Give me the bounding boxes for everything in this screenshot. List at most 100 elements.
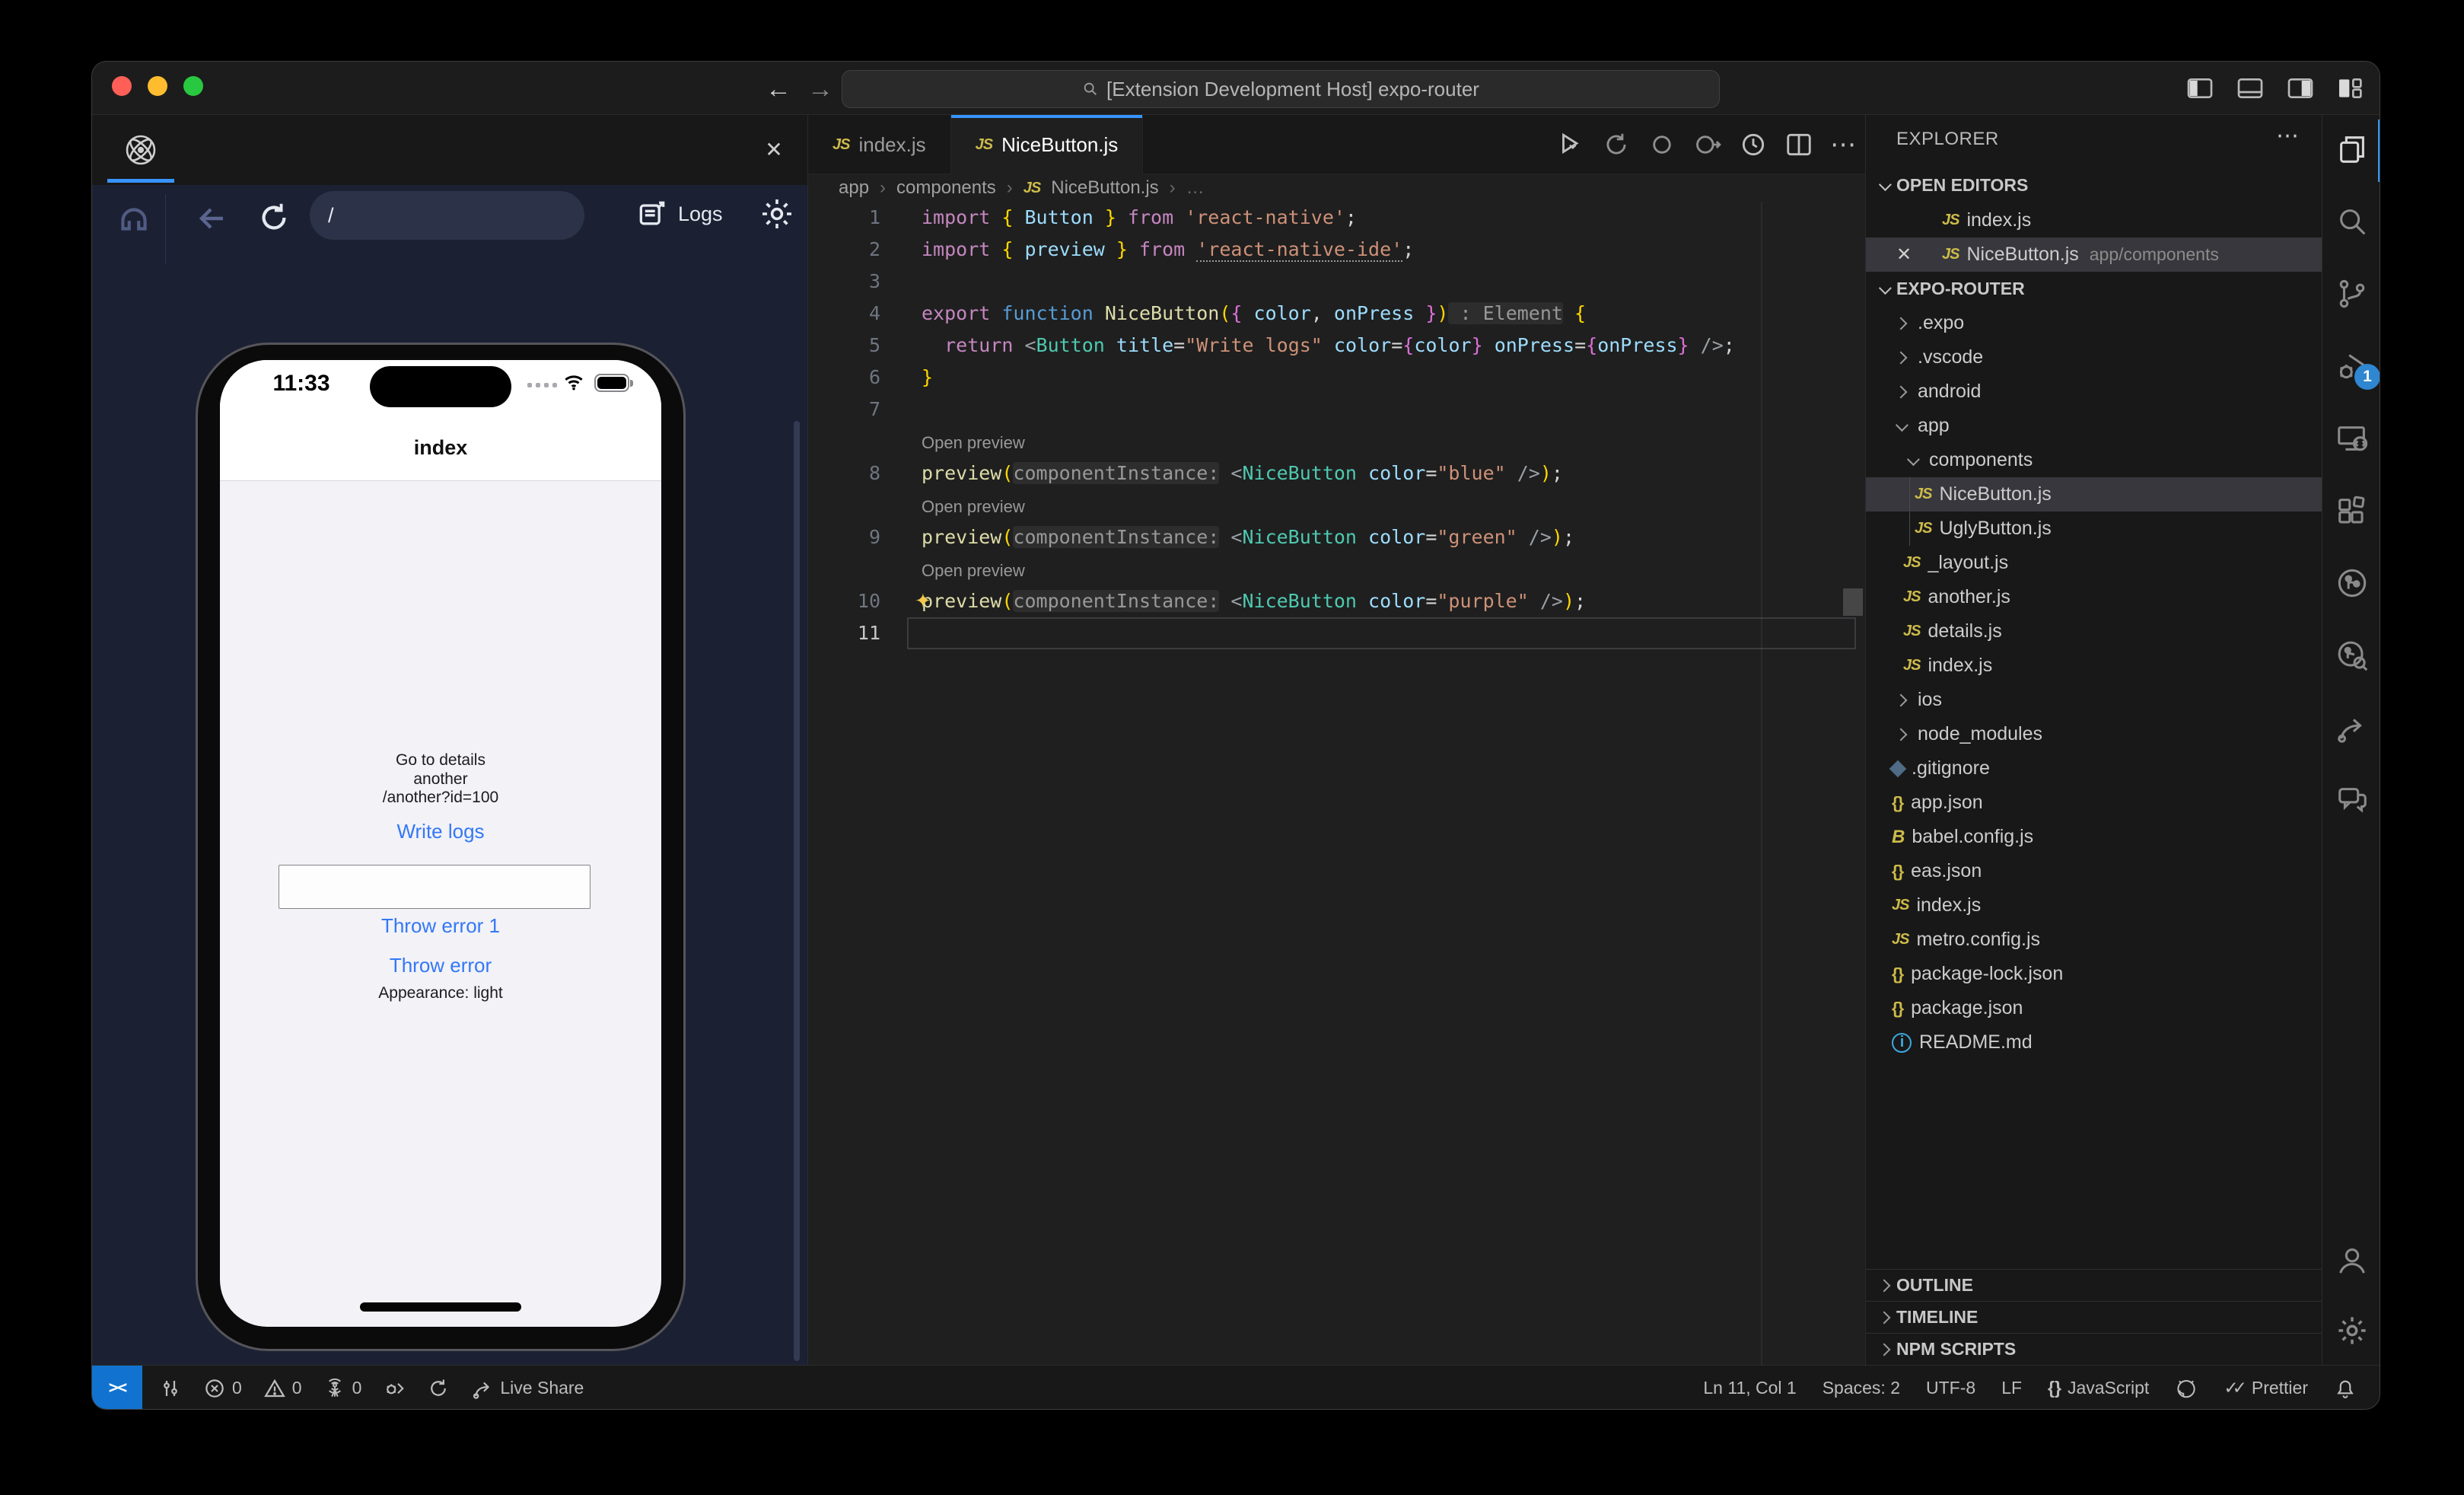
code-line-4[interactable]: 4export function NiceButton({ color, onP… bbox=[808, 298, 1865, 330]
status-live-share[interactable]: Live Share bbox=[471, 1366, 584, 1410]
status-radon-tools[interactable] bbox=[159, 1366, 182, 1410]
go-to-details-text[interactable]: Go to details bbox=[220, 751, 661, 770]
breadcrumb[interactable]: app› components› JS NiceButton.js› … bbox=[839, 174, 1205, 202]
folder-.vscode[interactable]: .vscode bbox=[1866, 340, 2322, 375]
copilot-sparkle-icon[interactable]: ✦ bbox=[915, 585, 931, 617]
codelens-open-preview[interactable]: Open preview bbox=[808, 553, 1865, 585]
close-window-button[interactable] bbox=[112, 76, 132, 96]
status-remote-indicator[interactable]: >< bbox=[92, 1366, 142, 1410]
status-sync[interactable] bbox=[427, 1366, 450, 1410]
close-editor-icon[interactable]: ✕ bbox=[1896, 244, 1912, 266]
codelens-open-preview[interactable]: Open preview bbox=[808, 426, 1865, 457]
status-eol[interactable]: LF bbox=[2001, 1366, 2022, 1410]
history-forward-button[interactable]: → bbox=[804, 72, 837, 106]
section-npm-scripts[interactable]: NPM SCRIPTS bbox=[1866, 1333, 2322, 1365]
source-control-icon[interactable] bbox=[2322, 260, 2380, 328]
code-line-3[interactable]: 3 bbox=[808, 266, 1865, 298]
file-NiceButton.js[interactable]: JSNiceButton.js bbox=[1866, 477, 2322, 512]
settings-gear-icon[interactable] bbox=[2322, 1296, 2380, 1365]
file-_layout.js[interactable]: JS_layout.js bbox=[1866, 546, 2322, 580]
record-icon[interactable] bbox=[1647, 130, 1676, 159]
throw-error-1-button[interactable]: Throw error 1 bbox=[220, 914, 661, 938]
history-back-button[interactable]: ← bbox=[762, 72, 795, 106]
split-editor-icon[interactable] bbox=[1784, 130, 1813, 159]
status-encoding[interactable]: UTF-8 bbox=[1926, 1366, 1975, 1410]
code-line-9[interactable]: 9preview(componentInstance: <NiceButton … bbox=[808, 521, 1865, 553]
status-errors[interactable]: 0 bbox=[203, 1366, 242, 1410]
line-number[interactable]: 2 bbox=[808, 234, 880, 266]
file-eas.json[interactable]: {}eas.json bbox=[1866, 854, 2322, 888]
status-github[interactable] bbox=[2175, 1366, 2198, 1410]
open-editor-NiceButton.js[interactable]: ✕JSNiceButton.jsapp/components bbox=[1866, 237, 2322, 272]
run-debug-icon[interactable]: 1 bbox=[2322, 332, 2380, 400]
code-line-5[interactable]: 5 return <Button title="Write logs" colo… bbox=[808, 330, 1865, 362]
code-line-1[interactable]: 1import { Button } from 'react-native'; bbox=[808, 202, 1865, 234]
file-babel.config.js[interactable]: Bbabel.config.js bbox=[1866, 820, 2322, 854]
line-number[interactable]: 5 bbox=[808, 330, 880, 362]
throw-error-button[interactable]: Throw error bbox=[220, 954, 661, 977]
folder-app[interactable]: app bbox=[1866, 409, 2322, 443]
another-id-100-text[interactable]: /another?id=100 bbox=[220, 789, 661, 807]
account-icon[interactable] bbox=[2322, 1226, 2380, 1295]
folder-ios[interactable]: ios bbox=[1866, 683, 2322, 717]
codelens-open-preview[interactable]: Open preview bbox=[808, 489, 1865, 521]
extensions-icon[interactable] bbox=[2322, 477, 2380, 545]
status-notifications[interactable] bbox=[2334, 1366, 2357, 1410]
section-outline[interactable]: OUTLINE bbox=[1866, 1269, 2322, 1301]
status-cursor-position[interactable]: Ln 11, Col 1 bbox=[1703, 1366, 1796, 1410]
write-logs-button[interactable]: Write logs bbox=[220, 820, 661, 843]
status-debug[interactable] bbox=[383, 1366, 406, 1410]
code-line-10[interactable]: 10✦preview(componentInstance: <NiceButto… bbox=[808, 585, 1865, 617]
line-number[interactable]: 4 bbox=[808, 298, 880, 330]
remote-explorer-icon[interactable] bbox=[2322, 404, 2380, 473]
file-package.json[interactable]: {}package.json bbox=[1866, 991, 2322, 1025]
code-line-7[interactable]: 7 bbox=[808, 394, 1865, 426]
line-number[interactable]: 10 bbox=[808, 585, 880, 617]
file-UglyButton.js[interactable]: JSUglyButton.js bbox=[1866, 512, 2322, 546]
comments-icon[interactable] bbox=[2322, 766, 2380, 834]
file-metro.config.js[interactable]: JSmetro.config.js bbox=[1866, 923, 2322, 957]
file-README.md[interactable]: iREADME.md bbox=[1866, 1025, 2322, 1060]
toggle-panel-icon[interactable] bbox=[2235, 73, 2265, 104]
line-number[interactable]: 6 bbox=[808, 362, 880, 394]
folder-components[interactable]: components bbox=[1866, 443, 2322, 477]
line-number[interactable]: 1 bbox=[808, 202, 880, 234]
profile-timer-icon[interactable] bbox=[1739, 130, 1768, 159]
status-warnings[interactable]: 0 bbox=[263, 1366, 302, 1410]
radon-ide-logo-icon[interactable] bbox=[123, 132, 159, 168]
file-index.js[interactable]: JSindex.js bbox=[1866, 649, 2322, 683]
customize-layout-icon[interactable] bbox=[2335, 73, 2366, 104]
step-forward-icon[interactable] bbox=[1693, 130, 1722, 159]
open-editors-header[interactable]: OPEN EDITORS bbox=[1866, 168, 2322, 202]
line-number[interactable]: 9 bbox=[808, 521, 880, 553]
breadcrumb-symbol[interactable]: … bbox=[1186, 177, 1205, 199]
minimize-window-button[interactable] bbox=[148, 76, 167, 96]
line-number[interactable]: 7 bbox=[808, 394, 880, 426]
logs-button[interactable]: Logs bbox=[635, 197, 723, 231]
file-another.js[interactable]: JSanother.js bbox=[1866, 580, 2322, 614]
circle-branch-icon[interactable] bbox=[2322, 549, 2380, 617]
file-app.json[interactable]: {}app.json bbox=[1866, 786, 2322, 820]
code-line-11[interactable]: 11 bbox=[808, 617, 1865, 649]
reload-app-icon[interactable] bbox=[256, 200, 291, 235]
breadcrumb-file[interactable]: NiceButton.js bbox=[1051, 177, 1158, 199]
line-number[interactable]: 3 bbox=[808, 266, 880, 298]
status-language-mode[interactable]: {}JavaScript bbox=[2048, 1366, 2149, 1410]
settings-gear-icon[interactable] bbox=[759, 196, 795, 232]
zoom-window-button[interactable] bbox=[183, 76, 203, 96]
run-or-debug-button[interactable] bbox=[1556, 130, 1585, 159]
section-timeline[interactable]: TIMELINE bbox=[1866, 1301, 2322, 1333]
more-actions-icon[interactable]: ⋯ bbox=[1830, 130, 1858, 159]
text-input[interactable] bbox=[279, 865, 591, 909]
folder-.expo[interactable]: .expo bbox=[1866, 306, 2322, 340]
tab-index-js[interactable]: JSindex.js bbox=[808, 115, 951, 174]
line-number[interactable]: 8 bbox=[808, 457, 880, 489]
follow-device-icon[interactable] bbox=[115, 199, 153, 240]
code-line-2[interactable]: 2import { preview } from 'react-native-i… bbox=[808, 234, 1865, 266]
line-number[interactable]: 11 bbox=[808, 617, 880, 649]
panel-scrollbar[interactable] bbox=[794, 421, 800, 1361]
code-line-6[interactable]: 6} bbox=[808, 362, 1865, 394]
command-center-search[interactable]: [Extension Development Host] expo-router bbox=[842, 70, 1720, 108]
toggle-secondary-sidebar-icon[interactable] bbox=[2285, 73, 2316, 104]
breadcrumb-components[interactable]: components bbox=[896, 177, 996, 199]
